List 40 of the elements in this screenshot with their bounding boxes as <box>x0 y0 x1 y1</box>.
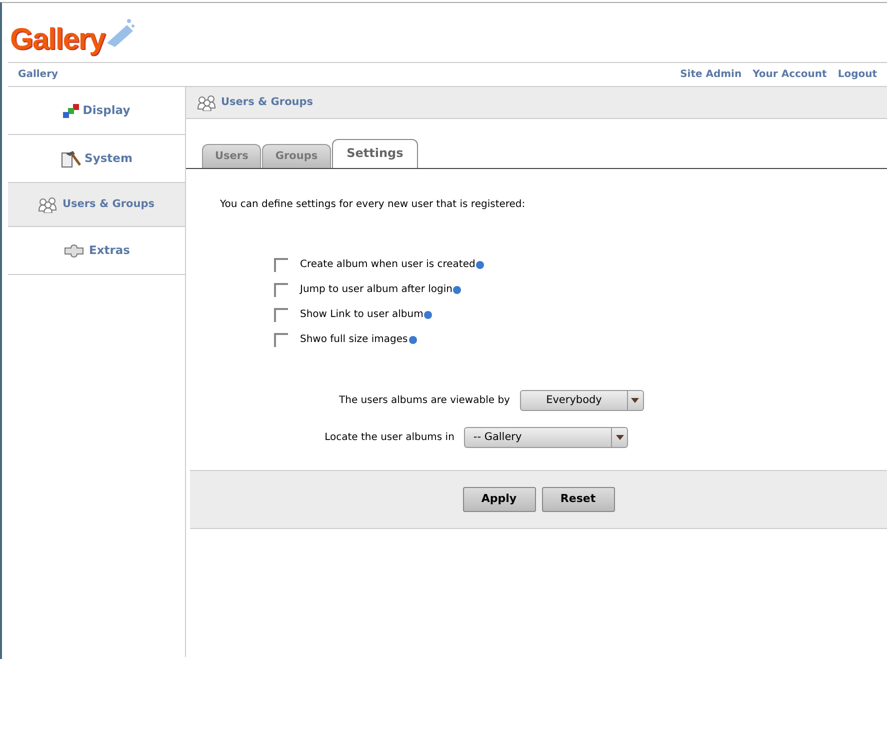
breadcrumb-link[interactable]: Gallery <box>18 67 58 82</box>
button[interactable]: Reset <box>542 487 614 512</box>
dropdown[interactable]: -- Gallery <box>464 427 628 448</box>
section-title: Users & Groups <box>221 94 314 110</box>
nav-link[interactable]: Site Admin <box>680 69 742 80</box>
sidebar-item[interactable]: Extras <box>88 242 130 260</box>
checkbox[interactable] <box>274 282 288 296</box>
caret-icon <box>616 435 624 440</box>
checkbox-label: Jump to user album after login <box>300 283 452 297</box>
users-icon <box>197 94 217 110</box>
caret-icon <box>631 398 640 403</box>
checkbox[interactable] <box>274 332 288 346</box>
intro-text: You can define settings for every new user that is registered: <box>220 198 526 212</box>
nav-link[interactable]: Logout <box>838 69 877 80</box>
checkbox[interactable] <box>274 308 288 322</box>
hammer-icon <box>60 150 81 168</box>
checkbox-label: Create album when user is created <box>300 258 476 272</box>
tab[interactable]: Groups <box>262 144 331 168</box>
sidebar-item[interactable]: Users & Groups <box>62 196 155 212</box>
tab[interactable]: Users <box>202 144 262 168</box>
sparkle-icon <box>104 17 135 47</box>
checkbox-label: Shwo full size images <box>300 333 408 347</box>
logo[interactable]: Gallery <box>10 25 105 55</box>
puzzle-icon <box>62 244 85 258</box>
tab[interactable]: Settings <box>332 139 418 168</box>
select-label: Locate the user albums in <box>324 431 454 445</box>
nav-link[interactable]: Your Account <box>752 69 827 80</box>
button[interactable]: Apply <box>462 487 536 512</box>
info-icon[interactable] <box>408 336 417 344</box>
sidebar-item[interactable]: System <box>84 150 132 168</box>
checkbox[interactable] <box>274 258 288 272</box>
checkbox-label: Show Link to user album <box>300 308 424 322</box>
info-icon[interactable] <box>453 286 462 294</box>
users-icon <box>38 196 58 212</box>
select-label: The users albums are viewable by <box>339 394 510 408</box>
info-icon[interactable] <box>476 260 484 268</box>
dropdown[interactable]: Everybody <box>520 390 644 411</box>
sidebar-item[interactable]: Display <box>82 102 130 120</box>
squares-icon <box>62 104 79 118</box>
info-icon[interactable] <box>424 310 432 318</box>
